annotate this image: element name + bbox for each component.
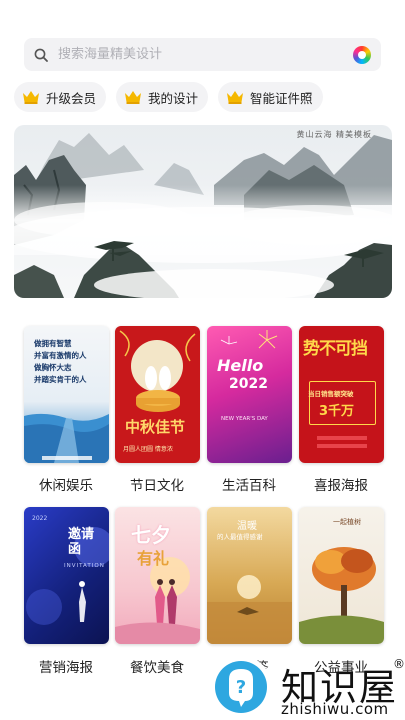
mountain-illustration xyxy=(14,125,392,298)
chip-my-designs[interactable]: 我的设计 xyxy=(116,82,209,112)
card-decor xyxy=(317,436,367,448)
chip-label: 智能证件照 xyxy=(250,90,313,106)
svg-text:?: ? xyxy=(236,677,246,698)
category-label-lifestyle[interactable]: 生活百科 xyxy=(203,474,295,494)
category-label-food[interactable]: 餐饮美食 xyxy=(111,656,203,676)
help-badge-icon: ? xyxy=(210,656,272,718)
color-wheel-icon[interactable] xyxy=(353,45,371,64)
banner-stamp-text: 黄山云海 精美模板 xyxy=(296,130,372,139)
template-card-lifestyle[interactable]: Hello 2022 NEW YEAR'S DAY xyxy=(207,326,292,463)
category-label-marketing[interactable]: 营销海报 xyxy=(20,656,112,676)
card-quote-line: 并富有激情的人 xyxy=(34,351,87,360)
card-title: 中秋佳节 xyxy=(125,418,186,436)
category-label-festival[interactable]: 节日文化 xyxy=(111,474,203,494)
chip-id-photo[interactable]: 智能证件照 xyxy=(218,82,323,112)
fireworks-illustration xyxy=(220,330,278,349)
site-watermark: ? 知识屋 ® zhishiwu.com xyxy=(207,653,405,720)
card-subtitle: NEW YEAR'S DAY xyxy=(221,416,268,422)
template-card-charity[interactable]: 一起植树 xyxy=(299,507,384,644)
watermark-url: zhishiwu.com xyxy=(281,700,389,718)
category-label-good-news[interactable]: 喜报海报 xyxy=(295,474,387,494)
template-card-festival[interactable]: 中秋佳节 月圆人团圆 情意浓 xyxy=(115,326,200,463)
crown-icon xyxy=(23,91,39,104)
quick-chips: 升级会员 我的设计 智能证件照 xyxy=(14,82,323,112)
card-title: 七夕 xyxy=(131,523,171,547)
template-card-marketing[interactable]: 2022 邀请函 INVITATION xyxy=(24,507,109,644)
card-subtitle: 有礼 xyxy=(137,549,170,568)
template-card-good-news[interactable]: 势不可挡 当日销售额突破 3千万 xyxy=(299,326,384,463)
card-title: Hello xyxy=(217,356,264,375)
card-title: 一起植树 xyxy=(333,518,361,526)
tree-illustration xyxy=(299,547,384,644)
card-title: 温暖 xyxy=(237,521,257,532)
template-card-food[interactable]: 七夕 有礼 xyxy=(115,507,200,644)
card-quote-line: 并踏实肯干的人 xyxy=(34,375,87,384)
card-year: 2022 xyxy=(229,376,268,392)
chip-label: 我的设计 xyxy=(148,90,199,106)
card-year: 2022 xyxy=(32,515,48,522)
banner-mountain-image[interactable]: 黄山云海 精美模板 xyxy=(14,125,392,298)
card-subtitle: 月圆人团圆 情意浓 xyxy=(123,446,173,453)
template-card-leisure[interactable]: 做拥有智慧 并富有激情的人 做胸怀大志 并踏实肯干的人 xyxy=(24,326,109,463)
card-subtitle: INVITATION xyxy=(64,563,105,569)
card-quote-line: 做拥有智慧 xyxy=(34,339,72,348)
mooncake-illustration xyxy=(119,330,196,412)
search-icon xyxy=(34,48,48,62)
search-bar[interactable] xyxy=(24,38,381,71)
category-label-leisure[interactable]: 休闲娱乐 xyxy=(20,474,112,494)
template-card-signature[interactable]: 温暖 的人最值得感谢 xyxy=(207,507,292,644)
card-quote-line: 做胸怀大志 xyxy=(34,363,72,372)
crown-icon xyxy=(227,91,244,104)
card-subtitle: 的人最值得感谢 xyxy=(217,533,263,541)
chip-upgrade-member[interactable]: 升级会员 xyxy=(14,82,107,112)
watermark-registered-mark: ® xyxy=(393,657,405,671)
card-title: 邀请函 xyxy=(68,527,95,557)
chip-label: 升级会员 xyxy=(46,90,97,106)
search-input[interactable] xyxy=(56,46,353,63)
crown-icon xyxy=(125,91,142,104)
